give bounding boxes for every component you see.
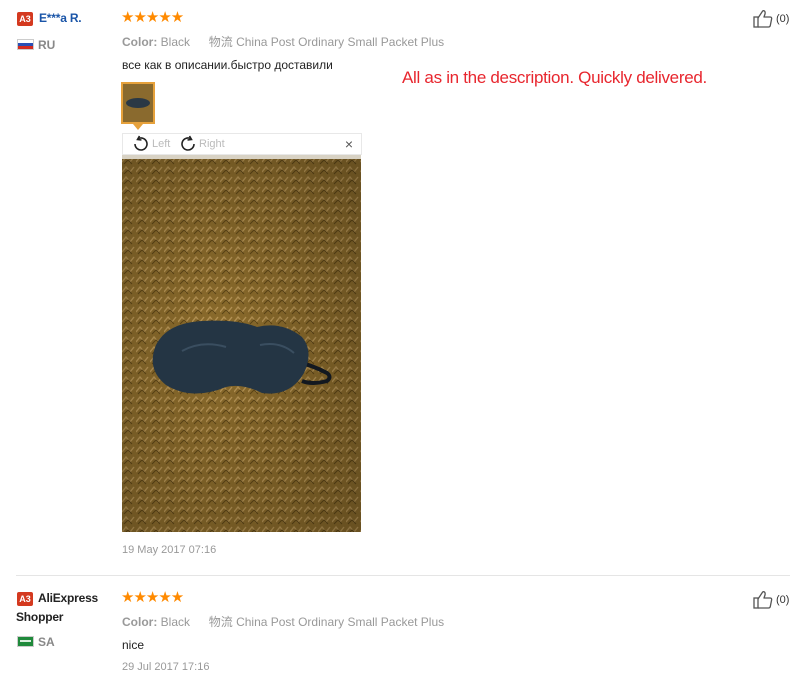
order-info: Color: Black 物流 China Post Ordinary Smal… — [122, 613, 444, 630]
helpful-button[interactable]: (0) — [753, 590, 789, 610]
close-viewer-button[interactable]: × — [345, 136, 353, 152]
helpful-button[interactable]: (0) — [753, 9, 789, 29]
review-photo-thumbnail[interactable] — [121, 82, 155, 124]
review-text: все как в описании.быстро доставили — [122, 58, 333, 72]
star-rating: ★★★★★ — [121, 589, 184, 606]
rotate-right-label: Right — [199, 138, 225, 150]
photo-viewer-toolbar: Left Right × — [122, 133, 362, 155]
reviewer-country: RU — [38, 38, 56, 52]
order-info: Color: Black 物流 China Post Ordinary Smal… — [122, 33, 444, 50]
reviewer-name-line2: Shopper — [16, 610, 64, 624]
shipping-value: China Post Ordinary Small Packet Plus — [236, 615, 445, 629]
color-label: Color: — [122, 35, 158, 49]
reviewer-name[interactable]: E***a R. — [39, 11, 82, 25]
shipping-label: 物流 — [208, 35, 233, 49]
saudi-arabia-flag-icon — [17, 636, 34, 647]
rotate-left-button[interactable]: Left — [131, 135, 170, 153]
review-photo — [122, 155, 361, 532]
review-divider — [16, 575, 790, 576]
member-level-badge: A3 — [17, 12, 33, 26]
review-date: 19 May 2017 07:16 — [122, 544, 217, 556]
color-label: Color: — [122, 615, 158, 629]
rotate-right-button[interactable]: Right — [178, 135, 225, 153]
thumbs-up-icon — [753, 10, 773, 28]
star-rating: ★★★★★ — [121, 9, 184, 26]
rotate-left-label: Left — [152, 138, 171, 150]
shipping-value: China Post Ordinary Small Packet Plus — [236, 35, 445, 49]
review-date: 29 Jul 2017 17:16 — [122, 661, 210, 673]
color-value: Black — [160, 615, 191, 629]
thumbs-up-icon — [753, 591, 773, 609]
thumbnail-pointer — [133, 124, 143, 130]
helpful-count: (0) — [776, 594, 790, 606]
color-value: Black — [160, 35, 191, 49]
rotate-right-icon — [181, 135, 195, 151]
reviewer-name-line1: AliExpress — [38, 591, 99, 605]
translation-annotation: All as in the description. Quickly deliv… — [402, 68, 707, 87]
rotate-left-icon — [134, 135, 148, 151]
helpful-count: (0) — [776, 13, 790, 25]
review-text: nice — [122, 638, 145, 652]
shipping-label: 物流 — [208, 615, 233, 629]
russia-flag-icon — [17, 39, 34, 50]
reviewer-country: SA — [38, 635, 55, 649]
member-level-badge: A3 — [17, 592, 33, 606]
